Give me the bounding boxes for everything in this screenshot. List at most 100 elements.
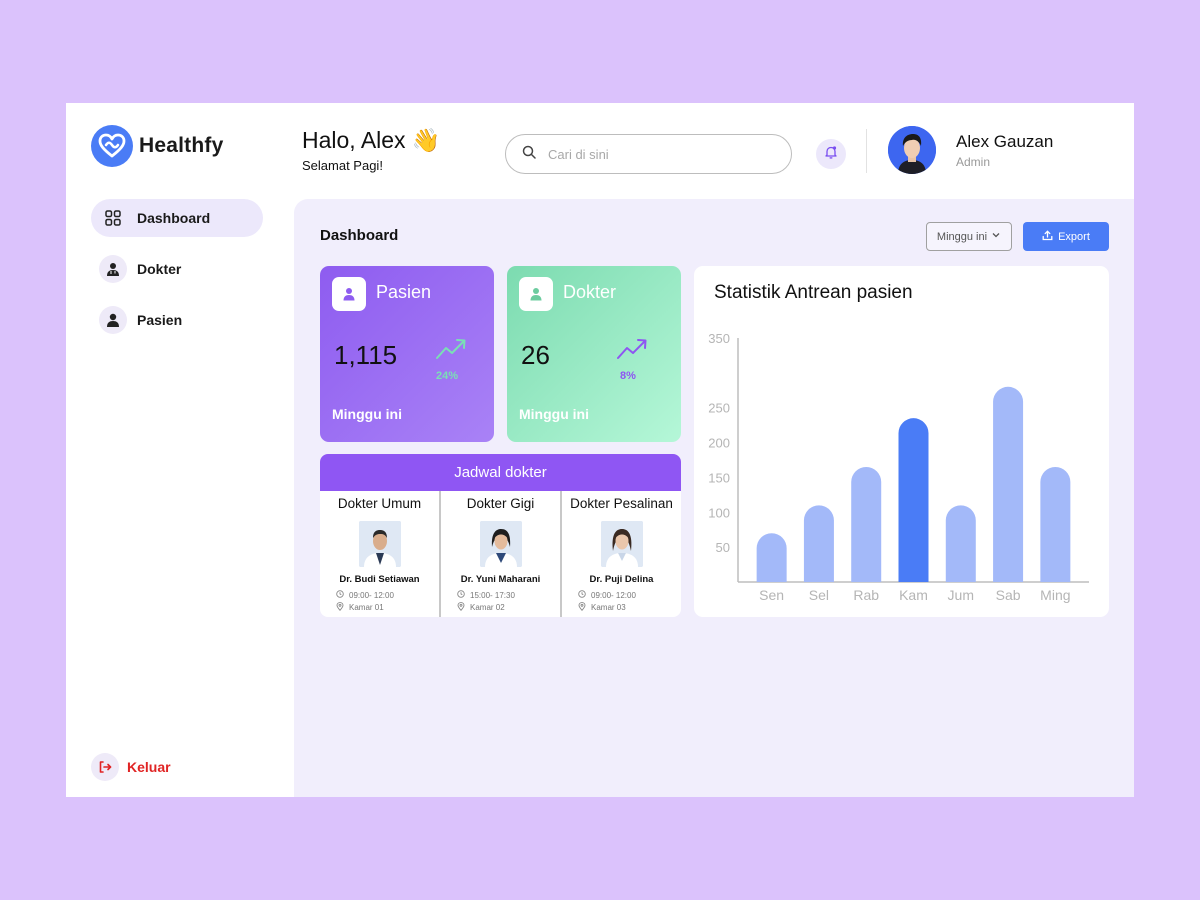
bar[interactable] [993,386,1024,582]
doctor-photo [479,521,522,567]
stat-card-pasien[interactable]: Pasien 1,115 24% Minggu ini [320,266,494,442]
notification-button[interactable] [816,139,846,169]
schedule-column[interactable]: Dokter Pesalinan Dr. Puji Delina 09:00- … [562,491,681,617]
y-tick-label: 200 [708,436,730,451]
logout-button[interactable]: Keluar [91,753,171,781]
doctor-photo [358,521,401,567]
y-tick-label: 50 [716,540,730,555]
trend-up-icon [436,339,466,359]
main-panel: Dashboard Minggu ini Export Pasien 1,115… [294,199,1134,797]
schedule-time: 09:00- 12:00 [578,590,636,600]
chevron-down-icon [991,230,1001,243]
room-text: Kamar 02 [470,603,505,612]
schedule-room: Kamar 01 [336,602,384,613]
sidebar-item-dokter[interactable]: Dokter [91,250,263,288]
app-window: Healthfy Dashboard Dokter Pasien Keluar … [66,103,1134,797]
queue-statistics-chart: Statistik Antrean pasien 50 100 150 200 250 3… [694,266,1109,617]
bar[interactable] [898,418,929,582]
time-text: 09:00- 12:00 [349,590,394,600]
heart-logo-icon [91,125,133,167]
export-button[interactable]: Export [1023,222,1109,251]
x-tick-label: Rab [853,587,879,603]
schedule-column[interactable]: Dokter Umum Dr. Budi Setiawan 09:00- 12:… [320,491,441,617]
brand-logo[interactable]: Healthfy [91,125,223,167]
doctor-photo [600,521,643,567]
y-tick-label: 250 [708,401,730,416]
schedule-room: Kamar 02 [457,602,505,613]
search-input[interactable] [548,146,748,162]
x-tick-label: Kam [899,587,928,603]
sidebar-nav: Dashboard Dokter Pasien [91,199,263,352]
stat-change: 8% [620,370,636,382]
bar[interactable] [803,505,834,582]
doctor-category: Dokter Umum [337,496,422,511]
export-label: Export [1058,230,1090,243]
doctor-schedule-card: Jadwal dokter Dokter Umum Dr. Budi Setia… [320,454,681,617]
doctor-icon [99,255,127,283]
x-tick-label: Ming [1040,587,1070,603]
sidebar-item-label: Dokter [137,261,182,277]
doctor-category: Dokter Gigi [466,496,535,511]
header-divider [866,129,867,173]
user-avatar[interactable] [888,126,936,174]
bar[interactable] [851,466,882,582]
trend-up-icon [617,339,647,359]
bar[interactable] [945,505,976,582]
x-tick-label: Sel [809,587,829,603]
y-tick-label: 100 [708,505,730,520]
clock-icon [578,590,586,600]
bar[interactable] [756,533,787,582]
sidebar-item-pasien[interactable]: Pasien [91,301,263,339]
doctor-name: Dr. Budi Setiawan [339,574,420,585]
sidebar-item-dashboard[interactable]: Dashboard [91,199,263,237]
search-icon [522,145,536,164]
stat-value: 26 [521,340,550,370]
stat-footer: Minggu ini [519,406,589,422]
user-name: Alex Gauzan [956,132,1054,151]
doctor-category: Dokter Pesalinan [570,496,673,511]
stat-card-dokter[interactable]: Dokter 26 8% Minggu ini [507,266,681,442]
stat-value: 1,115 [334,340,398,370]
location-pin-icon [578,602,586,613]
location-pin-icon [457,602,465,613]
clock-icon [457,590,465,600]
stat-footer: Minggu ini [332,406,402,422]
sidebar-item-label: Dashboard [137,210,211,226]
user-role: Admin [956,155,991,169]
bar[interactable] [1040,466,1071,582]
schedule-time: 09:00- 12:00 [336,590,394,600]
stat-change: 24% [436,370,459,382]
stat-label: Dokter [563,282,617,302]
x-tick-label: Sen [759,587,784,603]
bell-icon [824,145,838,164]
search-bar[interactable] [505,134,792,174]
doctor-name: Dr. Yuni Maharani [460,574,541,585]
period-label: Minggu ini [936,230,988,243]
schedule-room: Kamar 03 [578,602,626,613]
time-text: 15:00- 17:30 [470,590,515,600]
page-title: Dashboard [320,227,399,244]
greeting-title: Halo, Alex 👋 [302,127,440,154]
user-icon [332,277,366,311]
schedule-title: Jadwal dokter [320,454,681,491]
user-icon [99,306,127,334]
schedule-column[interactable]: Dokter Gigi Dr. Yuni Maharani 15:00- 17:… [441,491,562,617]
y-tick-label: 350 [708,331,730,346]
logout-icon [91,753,119,781]
schedule-time: 15:00- 17:30 [457,590,515,600]
clock-icon [336,590,344,600]
user-icon [519,277,553,311]
period-dropdown[interactable]: Minggu ini [926,222,1012,251]
stat-label: Pasien [376,282,432,302]
grid-icon [99,204,127,232]
x-tick-label: Jum [948,587,974,603]
brand-name: Healthfy [139,134,224,157]
greeting-text: Halo, Alex [302,127,406,153]
bar-chart: 50 100 150 200 250 350 Sen Sel Rab Kam Jum Sab Ming [708,331,1089,603]
room-text: Kamar 03 [591,603,626,612]
time-text: 09:00- 12:00 [591,590,636,600]
logout-label: Keluar [127,759,171,775]
sidebar-item-label: Pasien [137,312,183,328]
x-tick-label: Sab [996,587,1021,603]
y-tick-label: 150 [708,470,730,485]
